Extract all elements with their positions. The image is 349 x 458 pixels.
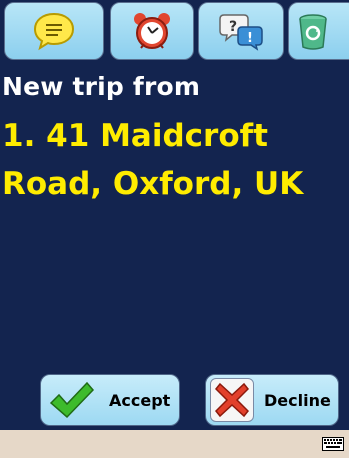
- recycle-bin-button[interactable]: [288, 2, 349, 60]
- svg-text:!: !: [247, 31, 253, 46]
- message-icon: [33, 12, 75, 51]
- alarm-clock-icon: [134, 13, 170, 49]
- trip-heading: New trip from: [2, 72, 201, 101]
- decline-button[interactable]: Decline: [205, 374, 339, 426]
- decline-icon-frame: [210, 378, 254, 422]
- red-x-icon: [214, 382, 250, 418]
- messages-button[interactable]: [4, 2, 104, 60]
- accept-label: Accept: [109, 390, 171, 410]
- svg-text:?: ?: [229, 19, 237, 35]
- decline-label: Decline: [264, 390, 331, 410]
- keyboard-icon[interactable]: [322, 437, 344, 451]
- checkmark-icon: [49, 381, 95, 419]
- top-toolbar: ? !: [0, 0, 349, 64]
- pickup-address: 1. 41 Maidcroft Road, Oxford, UK: [2, 118, 304, 202]
- accept-button[interactable]: Accept: [40, 374, 180, 426]
- bottom-status-bar: [0, 430, 349, 458]
- recycle-bin-icon: [299, 14, 327, 50]
- help-button[interactable]: ? !: [198, 2, 284, 60]
- alarm-button[interactable]: [110, 2, 194, 60]
- help-speech-icon: ? !: [219, 14, 263, 51]
